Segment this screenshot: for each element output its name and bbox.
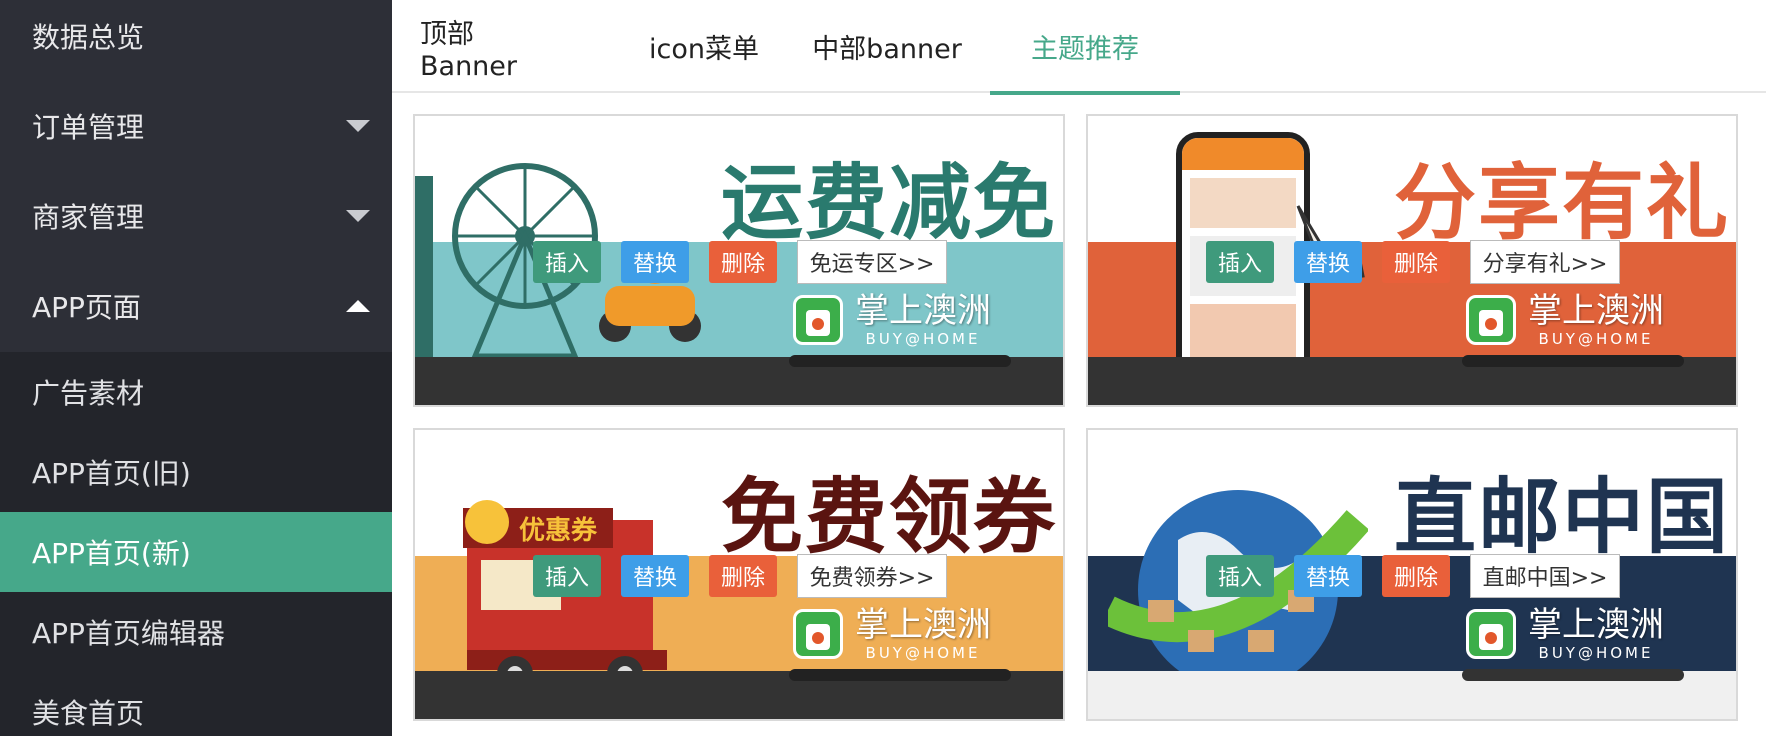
brand-logo: 掌上澳洲 BUY@HOME [793,606,991,662]
sidebar: 数据总览 订单管理 商家管理 APP页面 广告素材 APP首页(旧) APP首页… [0,0,392,736]
tab-label: 主题推荐 [1031,34,1139,65]
sidebar-subitem-home-new[interactable]: APP首页(新) [0,512,392,592]
sidebar-subitem-food-home[interactable]: 美食首页 [0,672,392,736]
delete-button[interactable]: 删除 [709,555,777,597]
logo-text: 掌上澳洲 [1528,291,1664,331]
sidebar-subitem-ad-materials[interactable]: 广告素材 [0,352,392,432]
insert-button[interactable]: 插入 [1206,555,1274,597]
sidebar-subitem-home-editor[interactable]: APP首页编辑器 [0,592,392,672]
brand-logo: 掌上澳洲 BUY@HOME [1466,292,1664,348]
chevron-up-icon [346,300,370,312]
sidebar-item-app-pages[interactable]: APP页面 [0,261,392,351]
decor-line [789,669,1011,681]
card-link[interactable]: 分享有礼>> [1470,240,1620,284]
replace-button[interactable]: 替换 [621,241,689,283]
logo-text: 掌上澳洲 [855,291,991,331]
tab-top-banner[interactable]: 顶部Banner [420,0,570,93]
sidebar-submenu: 广告素材 APP首页(旧) APP首页(新) APP首页编辑器 美食首页 [0,352,392,736]
card-link[interactable]: 免运专区>> [797,240,947,284]
decor-line [789,355,1011,367]
delete-button[interactable]: 删除 [1382,555,1450,597]
theme-card: 分享有礼 掌上澳洲 BUY@HOME 插入 替换 删除 分享有礼>> [1086,114,1738,407]
theme-card: 运费减免 掌上澳洲 BUY@HOME 插入 替换 删除 免运专区>> [413,114,1065,407]
sidebar-subitem-home-old[interactable]: APP首页(旧) [0,432,392,512]
logo-subtext: BUY@HOME [865,330,981,348]
delete-button[interactable]: 删除 [709,241,777,283]
sidebar-item-label: 订单管理 [32,111,145,144]
sidebar-item-label: 数据总览 [32,21,145,54]
card-title: 分享有礼 [1394,156,1731,251]
replace-button[interactable]: 替换 [1294,555,1362,597]
logo-text: 掌上澳洲 [1528,605,1664,645]
tab-label: icon菜单 [649,34,759,65]
noodle-bowl-icon [465,500,509,544]
brand-logo: 掌上澳洲 BUY@HOME [1466,606,1664,662]
card-title: 免费领券 [721,470,1058,565]
chevron-down-icon [346,120,370,132]
card-title: 直邮中国 [1394,470,1731,565]
tab-theme-recommend[interactable]: 主题推荐 [990,0,1180,95]
tab-middle-banner[interactable]: 中部banner [812,0,962,93]
tab-label: 顶部Banner [420,18,518,82]
tab-label: 中部banner [812,34,962,65]
card-link[interactable]: 直邮中国>> [1470,554,1620,598]
insert-button[interactable]: 插入 [533,555,601,597]
sidebar-item-label: 商家管理 [32,201,145,234]
insert-button[interactable]: 插入 [1206,241,1274,283]
brand-logo: 掌上澳洲 BUY@HOME [793,292,991,348]
shopping-bag-icon [793,295,843,345]
chevron-down-icon [346,210,370,222]
shopping-bag-icon [1466,295,1516,345]
sidebar-item-orders[interactable]: 订单管理 [0,81,392,171]
theme-card: 直邮中国 掌上澳洲 BUY@HOME 插入 替换 删除 直邮中国>> [1086,428,1738,721]
delete-button[interactable]: 删除 [1382,241,1450,283]
sidebar-item-merchants[interactable]: 商家管理 [0,171,392,261]
decor-line [1462,355,1684,367]
card-link[interactable]: 免费领券>> [797,554,947,598]
tab-bar: 顶部Banner icon菜单 中部banner 主题推荐 [392,0,1766,95]
replace-button[interactable]: 替换 [621,555,689,597]
replace-button[interactable]: 替换 [1294,241,1362,283]
sidebar-subitem-label: APP首页(新) [32,537,191,570]
card-title: 运费减免 [721,156,1058,251]
sidebar-item-dashboard[interactable]: 数据总览 [0,0,392,72]
decor-line [1462,669,1684,681]
shopping-bag-icon [1466,609,1516,659]
logo-text: 掌上澳洲 [855,605,991,645]
sidebar-subitem-label: 美食首页 [32,697,145,730]
sidebar-subitem-label: APP首页(旧) [32,457,191,490]
sidebar-item-label: APP页面 [32,291,141,324]
theme-card: 优惠券 免费领券 掌上澳洲 BUY@HOME 插入 替换 删除 免费领券>> [413,428,1065,721]
sidebar-subitem-label: APP首页编辑器 [32,617,225,650]
logo-subtext: BUY@HOME [865,644,981,662]
sidebar-subitem-label: 广告素材 [32,377,145,410]
logo-subtext: BUY@HOME [1538,330,1654,348]
tab-icon-menu[interactable]: icon菜单 [634,0,774,93]
logo-subtext: BUY@HOME [1538,644,1654,662]
insert-button[interactable]: 插入 [533,241,601,283]
shopping-bag-icon [793,609,843,659]
